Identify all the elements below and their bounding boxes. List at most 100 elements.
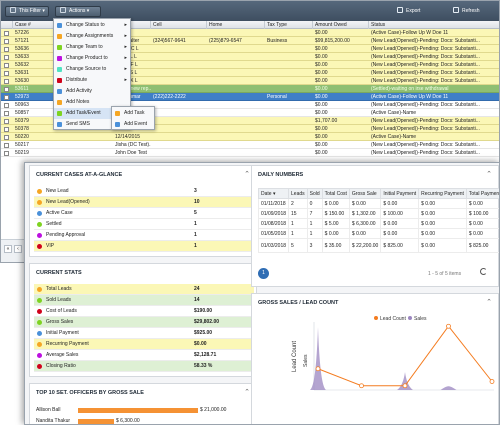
col-cell[interactable]: Cell: [151, 21, 207, 29]
menu-item-change-assignments[interactable]: Change Assignments ▸: [54, 31, 130, 42]
collapse-icon[interactable]: ⌃: [486, 170, 492, 178]
row-checkbox[interactable]: [4, 30, 9, 36]
column-header[interactable]: Leads: [288, 188, 308, 199]
stat-row[interactable]: Total Leads 24: [34, 284, 254, 295]
row-checkbox[interactable]: [4, 110, 9, 116]
stat-label: Recurring Payment: [46, 341, 89, 347]
column-header[interactable]: Total Cost: [321, 188, 350, 199]
column-header[interactable]: Date ▾: [257, 188, 290, 199]
cell-tax: [265, 101, 313, 109]
cell-status: (New Lead(Opened))-Pending: Docs: Substa…: [371, 118, 480, 124]
menu-item-change-status-to[interactable]: Change Status to ▸: [54, 20, 130, 31]
cell-status: (New Lead(Opened))-Pending: Docs: Substa…: [371, 62, 480, 68]
table-row[interactable]: 01/03/2018 5 3 $ 35.00 $ 22,200.00 $ 825.00 $ …: [257, 238, 499, 253]
stat-row[interactable]: Sold Leads 14: [34, 295, 254, 306]
row-checkbox[interactable]: [4, 86, 9, 92]
select-all-header[interactable]: [1, 21, 13, 29]
collapse-icon[interactable]: ⌃: [244, 170, 250, 178]
submenu-arrow-icon: ▸: [124, 66, 127, 72]
col-case[interactable]: Case #: [13, 21, 57, 29]
refresh-button[interactable]: Refresh: [453, 6, 480, 17]
row-checkbox[interactable]: [4, 126, 9, 132]
page-first-button[interactable]: «: [4, 245, 12, 253]
column-header[interactable]: Sold: [306, 188, 323, 199]
column-header[interactable]: Initial Payment: [380, 188, 420, 199]
table-row[interactable]: 50219 John Doe Test $0.00 (New Lead(Opened)…: [1, 149, 499, 157]
table-row[interactable]: 01/05/2018 1 1 $ 0.00 $ 0.00 $ 0.00 $ 0.00 $ 0.…: [257, 228, 499, 239]
collapse-icon[interactable]: ⌃: [486, 298, 492, 306]
menu-item-change-team-to[interactable]: Change Team to ▸: [54, 42, 130, 53]
lead-count-point-4[interactable]: [489, 379, 495, 384]
row-checkbox[interactable]: [4, 150, 9, 156]
row-checkbox[interactable]: [4, 102, 9, 108]
filter-button[interactable]: This Filter ▾: [5, 6, 49, 17]
submenu-item-add-task[interactable]: Add Task: [112, 108, 154, 119]
col-tax-type[interactable]: Tax Type: [265, 21, 313, 29]
stat-row[interactable]: Closing Ratio 58.33 %: [34, 361, 254, 372]
menu-item-change-source-to[interactable]: Change Source to ▸: [54, 64, 130, 75]
stat-row[interactable]: Cost of Leads $190.00: [34, 306, 254, 317]
row-checkbox[interactable]: [4, 94, 9, 100]
lead-count-point-2[interactable]: [402, 383, 408, 389]
menu-item-distribute[interactable]: Distribute ▸: [54, 75, 130, 86]
cell-case: 57121: [15, 38, 29, 44]
row-checkbox[interactable]: [4, 78, 9, 84]
table-row[interactable]: 01/11/2018 2 0 $ 0.00 $ 0.00 $ 0.00 $ 0.00 $ 0.…: [257, 198, 499, 209]
export-button[interactable]: Export: [397, 6, 420, 17]
cell-status: (Active Case)-Follow Up W Doe 11: [371, 30, 449, 36]
stat-row[interactable]: Active Case 5: [34, 208, 254, 219]
row-checkbox[interactable]: [4, 134, 9, 140]
column-header[interactable]: Recurring Payment: [418, 188, 467, 199]
stat-row[interactable]: New Lead(Opened) 10: [34, 197, 254, 208]
actions-button[interactable]: Actions ▾: [55, 6, 101, 17]
table-cell: 01/03/2018: [257, 238, 290, 253]
cell-status: (New Lead(Opened))-Pending: Docs: Substa…: [371, 70, 480, 76]
row-checkbox[interactable]: [4, 54, 9, 60]
lead-count-point-3[interactable]: [446, 323, 451, 329]
lead-count-point-0[interactable]: [315, 366, 321, 372]
menu-item-add-activity[interactable]: Add Activity: [54, 86, 130, 97]
table-row[interactable]: 01/08/2018 1 1 $ 5.00 $ 6,300.00 $ 0.00 $ 0.00…: [257, 218, 499, 229]
row-checkbox[interactable]: [4, 62, 9, 68]
row-checkbox[interactable]: [4, 38, 9, 44]
col-amount-owed[interactable]: Amount Owed: [313, 21, 369, 29]
stat-row[interactable]: VIP 1: [34, 241, 254, 252]
table-row[interactable]: 01/09/2018 15 7 $ 150.00 $ 1,302.00 $ 100.00 $…: [257, 208, 499, 219]
submenu-item-add-event[interactable]: Add Event: [112, 119, 154, 130]
page-prev-button[interactable]: ‹: [14, 245, 22, 253]
page-1-button[interactable]: 1: [258, 268, 269, 279]
stat-row[interactable]: Average Sales $2,128.71: [34, 350, 254, 361]
top-officers-title: TOP 10 SET. OFFICERS BY GROSS SALE: [36, 390, 144, 396]
stat-row[interactable]: Gross Sales $29,802.00: [34, 317, 254, 328]
stat-row[interactable]: Settled 1: [34, 219, 254, 230]
col-home[interactable]: Home: [207, 21, 265, 29]
cell-amount: $0.00: [315, 94, 328, 100]
cell-home: [207, 109, 265, 117]
officer-row[interactable]: Nandita Thakur $ 6,300.00: [36, 417, 226, 424]
cell-home: [207, 77, 265, 85]
cell-status: (Settled)-waiting on irse withdrawal: [371, 86, 449, 92]
stat-row[interactable]: Initial Payment $925.00: [34, 328, 254, 339]
column-header[interactable]: Gross Sale: [348, 188, 382, 199]
row-checkbox[interactable]: [4, 118, 9, 124]
stat-row[interactable]: Pending Approval 1: [34, 230, 254, 241]
table-row[interactable]: 50217 Jisha (DC Test)... $0.00 (New Lead(Op…: [1, 141, 499, 149]
table-cell: $ 0.00: [418, 218, 467, 229]
stat-row[interactable]: New Lead 3: [34, 186, 254, 197]
col-status[interactable]: Status: [369, 21, 499, 29]
row-checkbox[interactable]: [4, 142, 9, 148]
lead-count-point-1[interactable]: [359, 383, 364, 389]
row-checkbox[interactable]: [4, 46, 9, 52]
menu-item-change-product-to[interactable]: Change Product to ▸: [54, 53, 130, 64]
cell-amount: $0.00: [315, 86, 328, 92]
column-header[interactable]: Total Payment: [465, 188, 499, 199]
table-row[interactable]: 50220 12/14/2015 $0.00 (Active Case)-Name: [1, 133, 499, 141]
cell-case: 50220: [15, 134, 29, 140]
submenu-arrow-icon: ▸: [124, 55, 127, 61]
collapse-icon[interactable]: ⌃: [244, 388, 250, 396]
officer-row[interactable]: Allison Ball $ 21,000.00: [36, 406, 226, 415]
stat-row[interactable]: Recurring Payment $0.00: [34, 339, 254, 350]
menu-item-label: Change Status to: [66, 22, 105, 28]
row-checkbox[interactable]: [4, 70, 9, 76]
refresh-spinner-icon[interactable]: [480, 268, 487, 275]
